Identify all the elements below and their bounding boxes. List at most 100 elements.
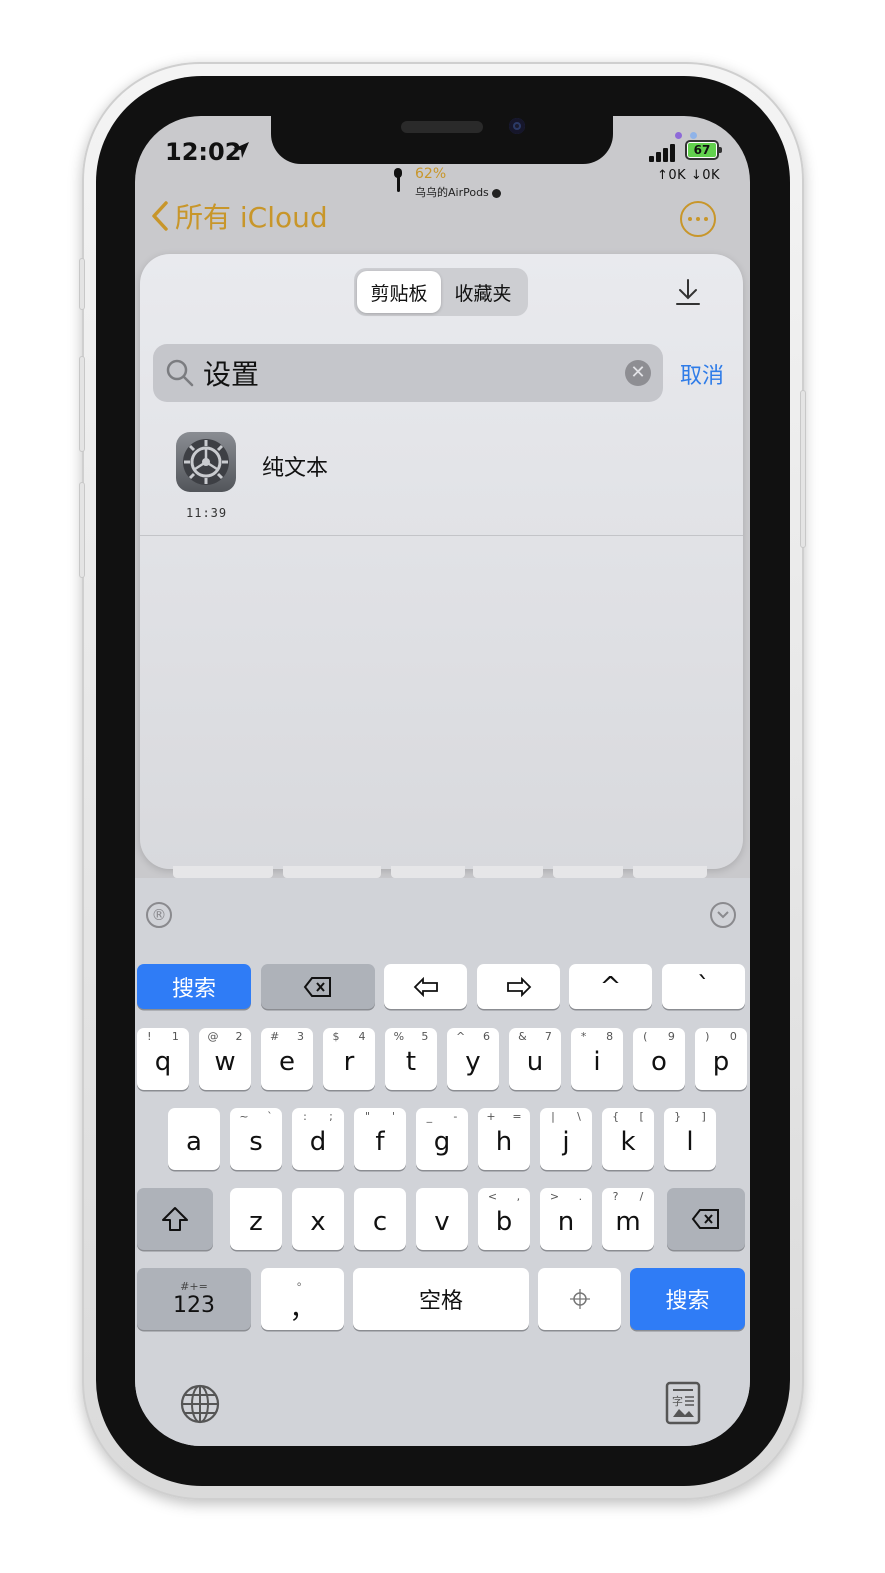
- backspace-icon: [303, 976, 331, 997]
- key-label: w: [214, 1047, 236, 1077]
- backspace-icon: [691, 1209, 719, 1229]
- search-tool-key[interactable]: 搜索: [137, 964, 251, 1009]
- key-v[interactable]: v: [416, 1188, 468, 1250]
- backspace-key[interactable]: [667, 1188, 745, 1250]
- key-label: m: [615, 1207, 641, 1237]
- airpods-icon: [394, 168, 402, 192]
- input-method-switch-icon[interactable]: 字: [665, 1381, 701, 1425]
- key-u[interactable]: & 7 u: [509, 1028, 561, 1090]
- key-s[interactable]: ~ ` s: [230, 1108, 282, 1170]
- hidden-toolbar-edge: [173, 866, 713, 878]
- key-symbol-hint: <,: [487, 1190, 521, 1203]
- tab-clipboard[interactable]: 剪贴板: [357, 271, 441, 313]
- keyboard: ® 搜索 ^ ` ! 1 q @2 w #3 e $4 r % 5 t ^ 6 y & 7 u * 8 i (9 o) 0 p a…: [135, 878, 750, 1446]
- key-k[interactable]: {[k: [602, 1108, 654, 1170]
- key-label: e: [279, 1047, 295, 1077]
- airpods-name: 乌乌的AirPods: [415, 184, 502, 200]
- key-symbol-hint: * 8: [580, 1030, 614, 1043]
- key-j[interactable]: | \ j: [540, 1108, 592, 1170]
- key-label: z: [249, 1207, 263, 1237]
- backtick-key[interactable]: `: [662, 964, 745, 1009]
- key-q[interactable]: ! 1 q: [137, 1028, 189, 1090]
- key-c[interactable]: c: [354, 1188, 406, 1250]
- key-label: y: [465, 1047, 481, 1077]
- space-key[interactable]: 空格: [353, 1268, 529, 1330]
- key-symbol-hint: ~ `: [239, 1110, 273, 1123]
- key-symbol-hint: >.: [549, 1190, 583, 1203]
- volume-up-button: [79, 356, 85, 452]
- key-h[interactable]: + = h: [478, 1108, 530, 1170]
- key-label: h: [495, 1127, 513, 1157]
- key-l[interactable]: }] l: [664, 1108, 716, 1170]
- key-label: f: [375, 1127, 385, 1157]
- key-label: j: [562, 1127, 570, 1157]
- registered-icon[interactable]: ®: [146, 902, 172, 928]
- number-mode-key[interactable]: #+= 123: [137, 1268, 251, 1330]
- key-w[interactable]: @2 w: [199, 1028, 251, 1090]
- clear-search-button[interactable]: ✕: [625, 360, 651, 386]
- key-r[interactable]: $4 r: [323, 1028, 375, 1090]
- clipboard-panel: 剪贴板 收藏夹 ✕ 取消: [140, 254, 743, 869]
- key-n[interactable]: >. n: [540, 1188, 592, 1250]
- key-b[interactable]: <, b: [478, 1188, 530, 1250]
- shift-icon: [162, 1207, 188, 1231]
- key-symbol-hint: ? /: [612, 1190, 644, 1203]
- key-symbol-hint: _ -: [426, 1110, 458, 1123]
- globe-icon[interactable]: [179, 1383, 221, 1425]
- chevron-down-icon[interactable]: [710, 902, 736, 928]
- key-label: l: [686, 1127, 694, 1157]
- key-label: a: [186, 1127, 202, 1157]
- delete-tool-key[interactable]: [261, 964, 375, 1009]
- cursor-left-key[interactable]: [384, 964, 467, 1009]
- key-o[interactable]: (9 o: [633, 1028, 685, 1090]
- cancel-button[interactable]: 取消: [680, 358, 724, 390]
- search-key[interactable]: 搜索: [630, 1268, 745, 1330]
- item-title: 纯文本: [262, 456, 329, 481]
- search-input[interactable]: [203, 352, 613, 394]
- key-symbol-hint: @2: [207, 1030, 243, 1043]
- cursor-move-key[interactable]: [538, 1268, 621, 1330]
- key-label: q: [154, 1047, 172, 1077]
- clipboard-item[interactable]: 11:39 纯文本: [140, 424, 743, 536]
- airpods-battery: 62%: [415, 166, 447, 182]
- cursor-right-key[interactable]: [477, 964, 560, 1009]
- item-time: 11:39: [186, 506, 228, 520]
- download-icon[interactable]: [672, 276, 704, 308]
- shift-key[interactable]: [137, 1188, 213, 1250]
- key-y[interactable]: ^ 6 y: [447, 1028, 499, 1090]
- settings-app-icon: [176, 432, 236, 492]
- key-label: o: [651, 1047, 667, 1077]
- key-symbol-hint: }]: [674, 1110, 706, 1123]
- caret-key[interactable]: ^: [569, 964, 652, 1009]
- key-x[interactable]: x: [292, 1188, 344, 1250]
- key-d[interactable]: :; d: [292, 1108, 344, 1170]
- key-i[interactable]: * 8 i: [571, 1028, 623, 1090]
- key-p[interactable]: ) 0 p: [695, 1028, 747, 1090]
- key-f[interactable]: " ' f: [354, 1108, 406, 1170]
- key-symbol-hint: #3: [269, 1030, 305, 1043]
- key-m[interactable]: ? / m: [602, 1188, 654, 1250]
- key-a[interactable]: a: [168, 1108, 220, 1170]
- key-symbol-hint: | \: [551, 1110, 581, 1123]
- comma-key[interactable]: 。，: [261, 1268, 344, 1330]
- camera-icon: [509, 118, 525, 134]
- power-button: [800, 390, 806, 548]
- more-button[interactable]: [680, 201, 716, 237]
- battery-icon: 67: [685, 140, 722, 160]
- key-z[interactable]: z: [230, 1188, 282, 1250]
- key-label: d: [309, 1127, 327, 1157]
- tab-favorites[interactable]: 收藏夹: [441, 271, 525, 313]
- key-label: r: [343, 1047, 355, 1077]
- key-label: t: [405, 1047, 417, 1077]
- key-symbol-hint: $4: [332, 1030, 366, 1043]
- key-g[interactable]: _ - g: [416, 1108, 468, 1170]
- key-symbol-hint: % 5: [393, 1030, 429, 1043]
- search-icon: [166, 359, 194, 387]
- key-e[interactable]: #3 e: [261, 1028, 313, 1090]
- back-button[interactable]: 所有 iCloud: [151, 196, 328, 236]
- key-label: c: [372, 1207, 388, 1237]
- key-symbol-hint: & 7: [518, 1030, 552, 1043]
- arrow-left-icon: [413, 976, 438, 997]
- key-t[interactable]: % 5 t: [385, 1028, 437, 1090]
- gear-icon: [183, 439, 229, 485]
